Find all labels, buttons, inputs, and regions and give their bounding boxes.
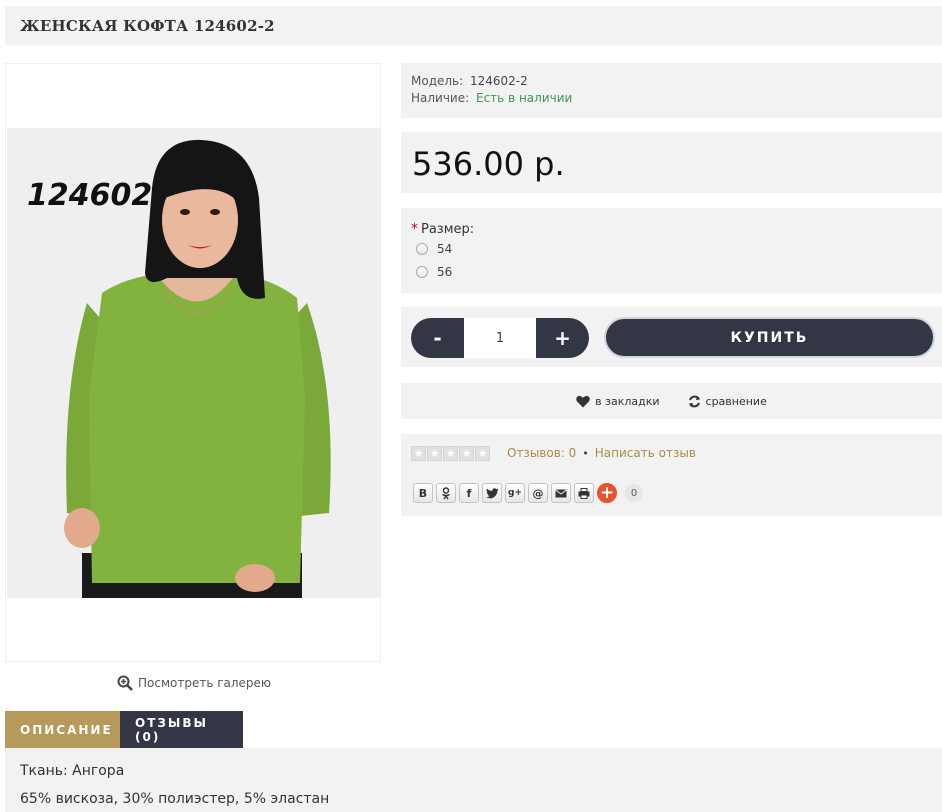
rating-share-panel: ★ ★ ★ ★ ★ Отзывов: 0 • Написать отзыв В … [401, 434, 942, 516]
product-tabs: ОПИСАНИЕ ОТЗЫВЫ (0) [5, 711, 243, 748]
required-mark: * [411, 221, 418, 237]
add-to-wishlist-link[interactable]: в закладки [576, 394, 660, 408]
facebook-icon[interactable]: f [459, 483, 479, 503]
mailru-icon[interactable]: @ [528, 483, 548, 503]
size-option-54[interactable]: 54 [416, 242, 452, 256]
view-gallery-link[interactable]: Посмотреть галерею [117, 675, 271, 691]
reviews-count-link[interactable]: Отзывов: 0 [507, 446, 576, 460]
size-radio-56[interactable] [416, 266, 428, 278]
star-icon: ★ [427, 446, 442, 461]
increase-quantity-button[interactable]: + [536, 318, 589, 358]
quantity-stepper: - 1 + [411, 318, 589, 358]
print-icon[interactable] [574, 483, 594, 503]
size-option-56[interactable]: 56 [416, 265, 452, 279]
model-row: Модель: 124602-2 [411, 74, 528, 88]
description-content: Ткань: Ангора 65% вискоза, 30% полиэстер… [5, 748, 942, 812]
star-icon: ★ [411, 446, 426, 461]
size-option-label: 54 [437, 242, 453, 256]
size-label: * Размер: [411, 221, 474, 237]
purchase-panel: - 1 + КУПИТЬ [401, 307, 942, 367]
decrease-quantity-button[interactable]: - [411, 318, 464, 358]
share-buttons: В f g+ @ + 0 [413, 483, 643, 503]
description-fabric: Ткань: Ангора [20, 763, 125, 779]
product-image-code: 124602 [27, 178, 153, 213]
product-info-panel: Модель: 124602-2 Наличие: Есть в наличии [401, 63, 942, 118]
size-label-text: Размер: [421, 222, 475, 237]
star-icon: ★ [459, 446, 474, 461]
rating-stars: ★ ★ ★ ★ ★ [411, 446, 490, 461]
refresh-icon [688, 395, 700, 407]
vk-icon[interactable]: В [413, 483, 433, 503]
more-share-icon[interactable]: + [597, 483, 617, 503]
tab-reviews[interactable]: ОТЗЫВЫ (0) [120, 711, 243, 748]
availability-value: Есть в наличии [476, 91, 573, 105]
availability-row: Наличие: Есть в наличии [411, 91, 572, 105]
google-plus-icon[interactable]: g+ [505, 483, 525, 503]
reviews-row: Отзывов: 0 • Написать отзыв [507, 446, 696, 460]
availability-label: Наличие: [411, 91, 470, 105]
product-photo[interactable]: 124602 [7, 128, 381, 598]
zoom-in-icon [117, 675, 133, 691]
quantity-input[interactable]: 1 [464, 318, 536, 358]
tab-description[interactable]: ОПИСАНИЕ [5, 711, 120, 748]
odnoklassniki-icon[interactable] [436, 483, 456, 503]
wishlist-label: в закладки [595, 394, 660, 408]
product-title-bar: ЖЕНСКАЯ КОФТА 124602-2 [5, 6, 942, 45]
twitter-icon[interactable] [482, 483, 502, 503]
product-title: ЖЕНСКАЯ КОФТА 124602-2 [20, 17, 275, 35]
size-radio-54[interactable] [416, 243, 428, 255]
model-label: Модель: [411, 74, 464, 88]
star-icon: ★ [475, 446, 490, 461]
star-icon: ★ [443, 446, 458, 461]
size-option-label: 56 [437, 265, 453, 279]
heart-icon [576, 395, 590, 407]
write-review-link[interactable]: Написать отзыв [595, 446, 696, 460]
description-composition: 65% вискоза, 30% полиэстер, 5% эластан [20, 791, 330, 807]
buy-button[interactable]: КУПИТЬ [604, 317, 935, 358]
product-price: 536.00 р. [412, 145, 565, 183]
product-image-box[interactable]: 124602 [5, 63, 381, 662]
add-to-compare-link[interactable]: сравнение [688, 395, 767, 408]
size-options-panel: * Размер: 54 56 [401, 208, 942, 293]
model-value: 124602-2 [470, 74, 528, 88]
email-icon[interactable] [551, 483, 571, 503]
product-actions-panel: в закладки сравнение [401, 383, 942, 419]
price-panel: 536.00 р. [401, 132, 942, 193]
reviews-separator: • [582, 446, 589, 460]
view-gallery-label: Посмотреть галерею [138, 676, 272, 690]
share-count: 0 [625, 484, 643, 502]
compare-label: сравнение [705, 394, 767, 408]
